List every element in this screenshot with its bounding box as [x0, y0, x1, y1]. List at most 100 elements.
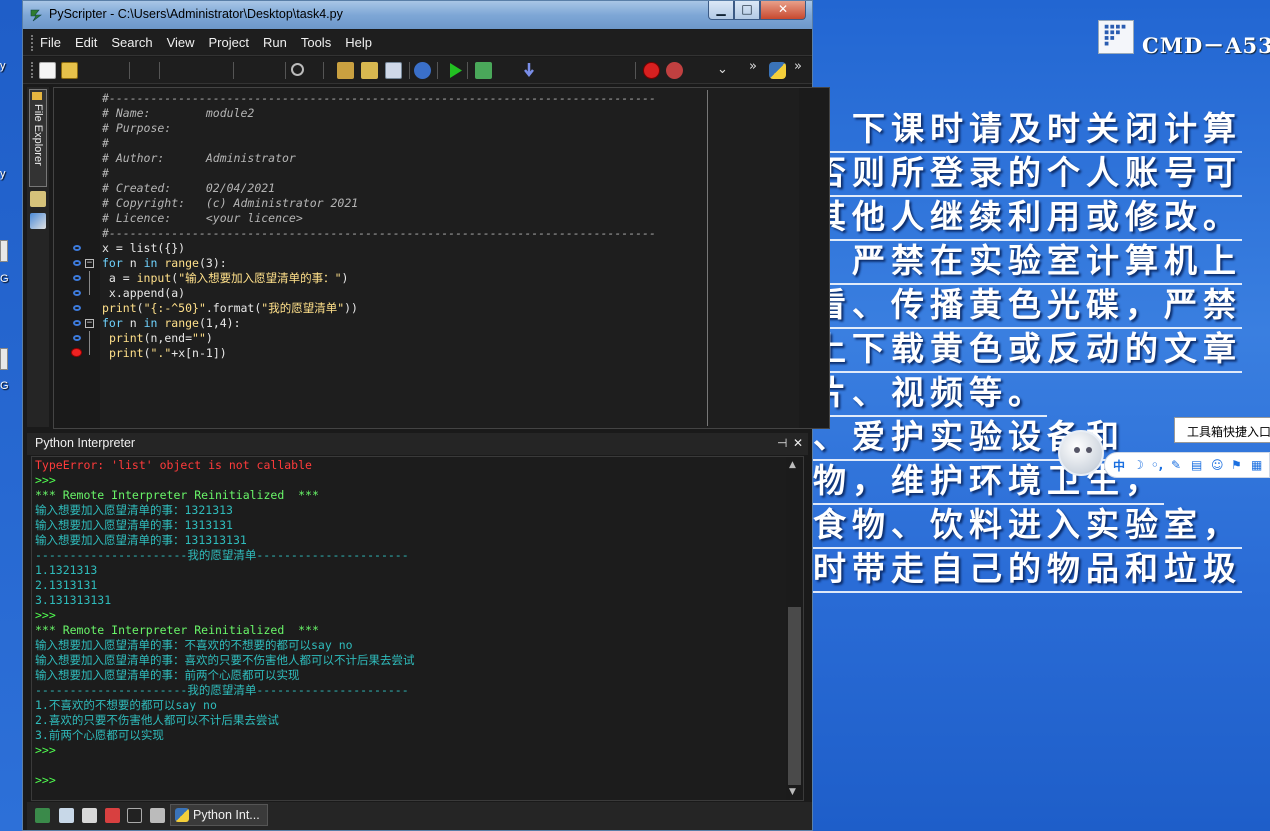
toolbox-item[interactable]: ◦, [1151, 458, 1165, 472]
code-line[interactable]: #---------------------------------------… [102, 91, 656, 106]
fold-toggle-icon[interactable]: − [85, 319, 94, 328]
menu-search[interactable]: Search [111, 35, 152, 50]
find-icon[interactable] [291, 63, 304, 76]
desktop-icon-label[interactable]: y [0, 168, 6, 180]
console-line[interactable]: 3.131313131 [35, 593, 111, 608]
code-line[interactable]: print("."+x[n-1]) [102, 346, 227, 361]
scroll-down-icon[interactable]: ▼ [789, 787, 796, 797]
watch-icon[interactable] [385, 62, 402, 79]
desktop-icon-label[interactable]: G [0, 380, 9, 392]
breakpoint-marker-icon[interactable] [71, 348, 82, 357]
close-panel-icon[interactable]: ✕ [793, 436, 803, 450]
console-line[interactable]: 输入想要加入愿望清单的事：1313131 [35, 518, 233, 533]
code-line[interactable]: # Created: 02/04/2021 [102, 181, 275, 196]
code-line[interactable]: x = list({}) [102, 241, 185, 256]
code-line[interactable]: # Purpose: [102, 121, 171, 136]
console-line[interactable]: 1.不喜欢的不想要的都可以say no [35, 698, 217, 713]
console-line[interactable]: 2.喜欢的只要不伤害他人都可以不计后果去尝试 [35, 713, 279, 728]
console-line[interactable]: 输入想要加入愿望清单的事：131313131 [35, 533, 247, 548]
console-line[interactable]: 3.前两个心愿都可以实现 [35, 728, 164, 743]
desktop-icon-label[interactable]: G [0, 273, 9, 285]
menu-tools[interactable]: Tools [301, 35, 331, 50]
fold-toggle-icon[interactable]: − [85, 259, 94, 268]
executable-line-marker-icon[interactable] [73, 305, 81, 311]
toolbar-overflow-icon-2[interactable]: » [794, 59, 802, 74]
menu-help[interactable]: Help [345, 35, 372, 50]
code-line[interactable]: for n in range(3): [102, 256, 227, 271]
project-explorer-icon[interactable] [30, 213, 46, 229]
console-line[interactable]: *** Remote Interpreter Reinitialized *** [35, 623, 319, 638]
breakpoints-icon[interactable] [105, 808, 120, 823]
code-line[interactable]: print("{:-^50}".format("我的愿望清单")) [102, 301, 358, 316]
close-button[interactable]: ✕ [760, 1, 806, 20]
tab-python-interpreter[interactable]: Python Int... [170, 804, 268, 826]
console-line[interactable]: 输入想要加入愿望清单的事：1321313 [35, 503, 233, 518]
executable-line-marker-icon[interactable] [73, 275, 81, 281]
step-into-icon[interactable] [521, 62, 538, 79]
console-line[interactable]: >>> [35, 473, 56, 488]
debug-run-icon[interactable] [475, 62, 492, 79]
code-line[interactable]: # Author: Administrator [102, 151, 296, 166]
code-line[interactable]: # Name: module2 [102, 106, 254, 121]
code-line[interactable]: x.append(a) [102, 286, 185, 301]
menu-project[interactable]: Project [209, 35, 249, 50]
toolbar-grip[interactable] [31, 62, 34, 78]
console-scrollbar[interactable]: ▲ ▼ [786, 457, 803, 800]
menu-view[interactable]: View [167, 35, 195, 50]
console-line[interactable]: 输入想要加入愿望清单的事：不喜欢的不想要的都可以say no [35, 638, 353, 653]
menu-grip[interactable] [31, 34, 34, 51]
scroll-up-icon[interactable]: ▲ [789, 460, 796, 470]
toolbox-shirt-icon[interactable]: ⚑ [1231, 458, 1245, 472]
step-icon[interactable] [361, 62, 378, 79]
python-icon[interactable] [769, 62, 786, 79]
interpreter-console[interactable]: ▲ ▼ TypeError: 'list' object is not call… [31, 456, 804, 801]
console-line[interactable]: ----------------------我的愿望清单------------… [35, 548, 409, 563]
code-line[interactable]: # [102, 136, 109, 151]
toolbar-overflow-icon[interactable]: » [749, 59, 757, 74]
chevron-down-icon[interactable]: ⌄ [717, 62, 728, 77]
toolbox-mascot-icon[interactable] [1058, 430, 1104, 476]
console-line[interactable]: >>> [35, 608, 56, 623]
messages-icon[interactable] [150, 808, 165, 823]
editor-scrollbar[interactable] [799, 88, 829, 428]
code-line[interactable]: # Copyright: (c) Administrator 2021 [102, 196, 358, 211]
new-file-icon[interactable] [39, 62, 56, 79]
console-line[interactable]: 输入想要加入愿望清单的事：前两个心愿都可以实现 [35, 668, 300, 683]
menu-file[interactable]: File [40, 35, 61, 50]
console-line[interactable]: 输入想要加入愿望清单的事：喜欢的只要不伤害他人都可以不计后果去尝试 [35, 653, 415, 668]
debug-icon[interactable] [337, 62, 354, 79]
toolbox-clipboard-icon[interactable]: ▤ [1191, 458, 1205, 472]
desktop-icon-label[interactable]: y [0, 60, 6, 72]
executable-line-marker-icon[interactable] [73, 245, 81, 251]
toolbox-grid-icon[interactable]: ▦ [1251, 458, 1265, 472]
toolbox-item[interactable]: 中 [1113, 457, 1127, 474]
executable-line-marker-icon[interactable] [73, 290, 81, 296]
minimize-button[interactable]: ▁ [708, 1, 734, 20]
code-line[interactable]: # [102, 166, 109, 181]
console-line[interactable]: 1.1321313 [35, 563, 97, 578]
toolbox-quickbar[interactable]: 中 ☽ ◦, ✎ ▤ ☺ ⚑ ▦ [1104, 452, 1270, 478]
info-icon[interactable] [414, 62, 431, 79]
executable-line-marker-icon[interactable] [73, 260, 81, 266]
editor-gutter[interactable]: − − [54, 88, 100, 428]
console-line[interactable]: *** Remote Interpreter Reinitialized *** [35, 488, 319, 503]
call-stack-icon[interactable] [35, 808, 50, 823]
code-area[interactable]: #---------------------------------------… [100, 88, 800, 428]
code-editor[interactable]: − − #------------------------------------… [53, 87, 830, 429]
code-line[interactable]: print(n,end="") [102, 331, 213, 346]
executable-line-marker-icon[interactable] [73, 335, 81, 341]
code-line[interactable]: #---------------------------------------… [102, 226, 656, 241]
watches-icon[interactable] [82, 808, 97, 823]
code-line[interactable]: for n in range(1,4): [102, 316, 241, 331]
pin-icon[interactable]: ⊣ [777, 436, 787, 450]
output-icon[interactable] [127, 808, 142, 823]
menu-edit[interactable]: Edit [75, 35, 97, 50]
desktop-shortcut-icon[interactable] [0, 348, 8, 370]
toolbox-wrench-icon[interactable]: ✎ [1171, 458, 1185, 472]
console-line[interactable]: TypeError: 'list' object is not callable [35, 458, 312, 473]
menu-run[interactable]: Run [263, 35, 287, 50]
breakpoint-icon[interactable] [643, 62, 660, 79]
console-line[interactable]: >>> [35, 743, 56, 758]
toolbox-moon-icon[interactable]: ☽ [1133, 458, 1145, 472]
code-line[interactable]: a = input("输入想要加入愿望清单的事：") [102, 271, 349, 286]
